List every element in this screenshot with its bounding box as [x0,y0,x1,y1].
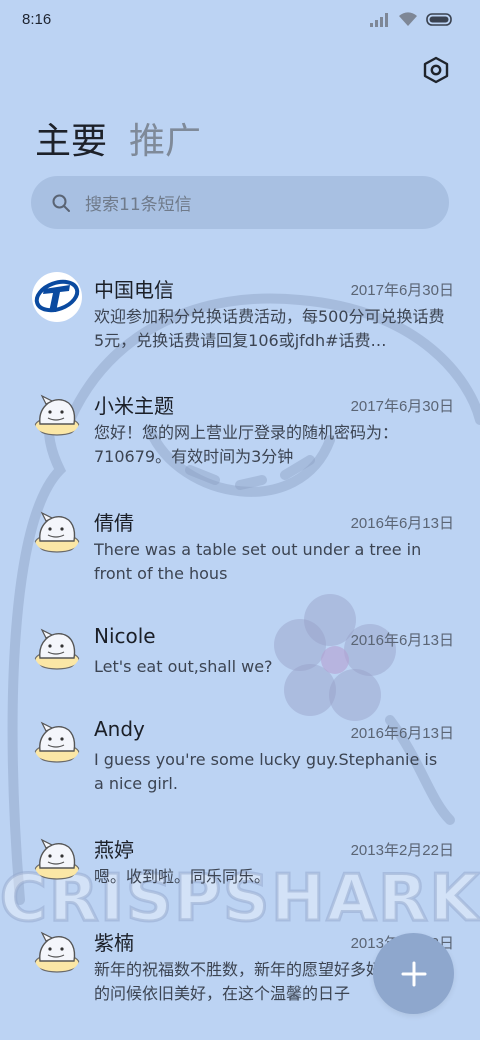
shark-avatar [32,832,82,882]
message-date: 2016年6月13日 [350,515,454,532]
shark-avatar-icon [34,628,80,670]
wifi-icon [399,12,417,26]
status-icons [370,12,454,27]
tab-primary[interactable]: 主要 [35,112,107,164]
shark-avatar-icon [34,838,80,880]
message-date: 2017年6月30日 [350,398,454,415]
search-placeholder: 搜索11条短信 [85,195,192,215]
category-tabs: 主要 推广 [35,112,201,164]
shark-avatar-icon [34,721,80,763]
china-telecom-logo-avatar [32,272,82,322]
message-preview: There was a table set out under a tree i… [94,540,422,583]
contact-name: Nicole [94,624,156,648]
shark-avatar [32,925,82,975]
search-bar[interactable]: 搜索11条短信 [31,176,449,229]
contact-name: 紫楠 [94,931,134,955]
shark-avatar-icon [34,511,80,553]
contact-name: 倩倩 [94,511,134,535]
battery-icon [426,13,452,26]
conversation-item[interactable]: Andy 2016年6月13日 I guess you're some luck… [0,705,480,821]
shark-avatar [32,622,82,672]
message-date: 2013年2月22日 [350,842,454,859]
status-time: 8:16 [22,11,52,28]
signal-icon [370,12,388,27]
search-icon [52,194,70,212]
conversation-item[interactable]: Nicole 2016年6月13日 Let's eat out,shall we… [0,612,480,704]
conversation-item[interactable]: 燕婷 2013年2月22日 嗯。收到啦。同乐同乐。 [0,822,480,914]
message-date: 2016年6月13日 [350,725,454,742]
message-date: 2016年6月13日 [350,632,454,649]
plus-icon [401,961,426,986]
contact-name: 小米主题 [94,394,174,418]
contact-name: 中国电信 [94,278,174,302]
message-preview: I guess you're some lucky guy.Stephanie … [94,750,438,793]
shark-avatar-icon [34,394,80,436]
conversation-item[interactable]: 倩倩 2016年6月13日 There was a table set out … [0,495,480,611]
conversation-item[interactable]: 小米主题 2017年6月30日 您好！您的网上营业厅登录的随机密码为：71067… [0,378,480,494]
message-preview: 您好！您的网上营业厅登录的随机密码为：710679。有效时间为3分钟 [94,423,399,466]
settings-hexagon-icon [423,56,449,84]
new-message-button[interactable] [373,933,454,1014]
settings-button[interactable] [420,54,452,86]
tab-promotions[interactable]: 推广 [129,112,201,164]
message-date: 2017年6月30日 [350,282,454,299]
shark-avatar [32,388,82,438]
shark-avatar [32,715,82,765]
conversation-item[interactable]: 中国电信 2017年6月30日 欢迎参加积分兑换话费活动，每500分可兑换话费5… [0,262,480,378]
contact-name: Andy [94,717,145,741]
shark-avatar [32,505,82,555]
status-bar: 8:16 [0,0,480,40]
message-preview: 嗯。收到啦。同乐同乐。 [94,867,271,886]
china-telecom-logo-icon [33,273,81,321]
message-preview: 欢迎参加积分兑换话费活动，每500分可兑换话费5元，兑换话费请回复106或jfd… [94,307,445,350]
message-preview: Let's eat out,shall we? [94,657,273,676]
shark-avatar-icon [34,931,80,973]
contact-name: 燕婷 [94,838,134,862]
